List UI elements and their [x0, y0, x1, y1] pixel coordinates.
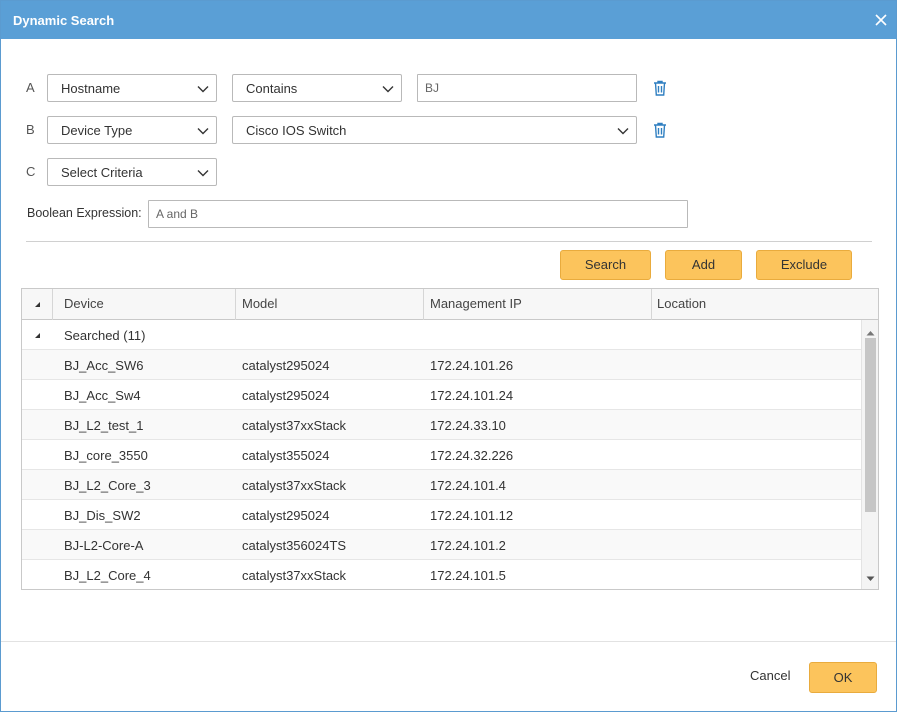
cell-model: catalyst37xxStack — [242, 418, 347, 433]
dynamic-search-dialog: Dynamic Search A Hostname Contains B Dev… — [0, 0, 897, 712]
table-row[interactable]: BJ_Acc_Sw4 catalyst295024 172.24.101.24 — [22, 380, 861, 410]
criteria-a-field-select[interactable]: Hostname — [47, 74, 217, 102]
criteria-letter-b: B — [26, 122, 35, 137]
cell-model: catalyst295024 — [242, 358, 330, 373]
cell-device: BJ_Acc_Sw4 — [64, 388, 141, 403]
criteria-letter-a: A — [26, 80, 35, 95]
chevron-down-icon — [197, 83, 209, 95]
chevron-down-icon — [197, 125, 209, 137]
cell-model: catalyst37xxStack — [242, 568, 347, 583]
cell-device: BJ_L2_Core_3 — [64, 478, 151, 493]
cancel-button[interactable]: Cancel — [750, 668, 790, 683]
table-row[interactable]: BJ_Acc_SW6 catalyst295024 172.24.101.26 — [22, 350, 861, 380]
table-row[interactable]: BJ_L2_Core_4 catalyst37xxStack 172.24.101.… — [22, 560, 861, 589]
criteria-letter-c: C — [26, 164, 36, 179]
scroll-up-arrow-icon[interactable] — [866, 324, 875, 339]
cell-management-ip: 172.24.101.2 — [430, 538, 506, 553]
table-row[interactable]: BJ_core_3550 catalyst355024 172.24.32.226 — [22, 440, 861, 470]
cell-model: catalyst355024 — [242, 448, 330, 463]
criteria-c-field-select[interactable]: Select Criteria — [47, 158, 217, 186]
cell-management-ip: 172.24.101.24 — [430, 388, 514, 403]
cell-model: catalyst295024 — [242, 388, 330, 403]
cell-management-ip: 172.24.101.26 — [430, 358, 514, 373]
dialog-titlebar: Dynamic Search — [1, 1, 896, 39]
chevron-down-icon — [617, 125, 629, 137]
cell-management-ip: 172.24.33.10 — [430, 418, 506, 433]
table-row[interactable]: BJ_L2_Core_3 catalyst37xxStack 172.24.101.… — [22, 470, 861, 500]
add-button[interactable]: Add — [665, 250, 742, 280]
boolean-expression-input[interactable] — [148, 200, 688, 228]
scroll-down-arrow-icon[interactable] — [866, 570, 875, 585]
chevron-down-icon — [197, 167, 209, 179]
criteria-a-value-input[interactable] — [417, 74, 637, 102]
collapse-triangle-icon — [35, 302, 40, 307]
exclude-button[interactable]: Exclude — [756, 250, 852, 280]
cell-management-ip: 172.24.32.226 — [430, 448, 514, 463]
close-icon[interactable] — [874, 13, 888, 27]
cell-device: BJ_Dis_SW2 — [64, 508, 141, 523]
ok-button[interactable]: OK — [809, 662, 877, 693]
criteria-a-operator-select[interactable]: Contains — [232, 74, 402, 102]
cell-device: BJ-L2-Core-A — [64, 538, 144, 553]
criteria-a-field-value: Hostname — [61, 81, 121, 96]
criteria-a-operator-value: Contains — [246, 81, 298, 96]
column-header-management-ip[interactable]: Management IP — [424, 289, 652, 320]
column-header-device[interactable]: Device — [53, 289, 236, 320]
cell-device: BJ_Acc_SW6 — [64, 358, 144, 373]
group-row-searched[interactable]: Searched (11) — [22, 320, 861, 350]
table-row[interactable]: BJ_L2_test_1 catalyst37xxStack 172.24.33.1… — [22, 410, 861, 440]
cell-model: catalyst295024 — [242, 508, 330, 523]
cell-model: catalyst356024TS — [242, 538, 347, 553]
grid-header: Device Model Management IP Location — [22, 289, 878, 320]
dialog-title: Dynamic Search — [13, 13, 115, 28]
column-header-model[interactable]: Model — [236, 289, 424, 320]
criteria-b-field-select[interactable]: Device Type — [47, 116, 217, 144]
column-header-location[interactable]: Location — [652, 289, 878, 320]
vertical-scrollbar[interactable] — [861, 320, 878, 589]
table-row[interactable]: BJ-L2-Core-A catalyst356024TS 172.24.101.2 — [22, 530, 861, 560]
cell-management-ip: 172.24.101.5 — [430, 568, 506, 583]
criteria-b-value-select[interactable]: Cisco IOS Switch — [232, 116, 637, 144]
cell-device: BJ_core_3550 — [64, 448, 148, 463]
delete-criteria-b-trash-icon[interactable] — [653, 122, 667, 138]
search-button[interactable]: Search — [560, 250, 651, 280]
cell-model: catalyst37xxStack — [242, 478, 347, 493]
results-rows: BJ_Acc_SW6 catalyst295024 172.24.101.26 BJ_… — [22, 350, 861, 589]
delete-criteria-a-trash-icon[interactable] — [653, 80, 667, 96]
chevron-down-icon — [382, 83, 394, 95]
cell-management-ip: 172.24.101.4 — [430, 478, 506, 493]
scrollbar-thumb[interactable] — [865, 338, 876, 512]
collapse-all-toggle[interactable] — [22, 289, 53, 320]
criteria-b-value: Cisco IOS Switch — [246, 123, 347, 138]
group-label: Searched (11) — [64, 328, 146, 343]
criteria-c-field-value: Select Criteria — [61, 165, 143, 180]
cell-device: BJ_L2_Core_4 — [64, 568, 151, 583]
table-row[interactable]: BJ_Dis_SW2 catalyst295024 172.24.101.12 — [22, 500, 861, 530]
divider — [26, 241, 872, 242]
criteria-b-field-value: Device Type — [61, 123, 133, 138]
cell-management-ip: 172.24.101.12 — [430, 508, 514, 523]
collapse-triangle-icon[interactable] — [35, 333, 40, 338]
boolean-expression-label: Boolean Expression: — [27, 206, 142, 220]
results-grid: Device Model Management IP Location Sear… — [21, 288, 879, 590]
cell-device: BJ_L2_test_1 — [64, 418, 144, 433]
footer-divider — [1, 641, 896, 642]
